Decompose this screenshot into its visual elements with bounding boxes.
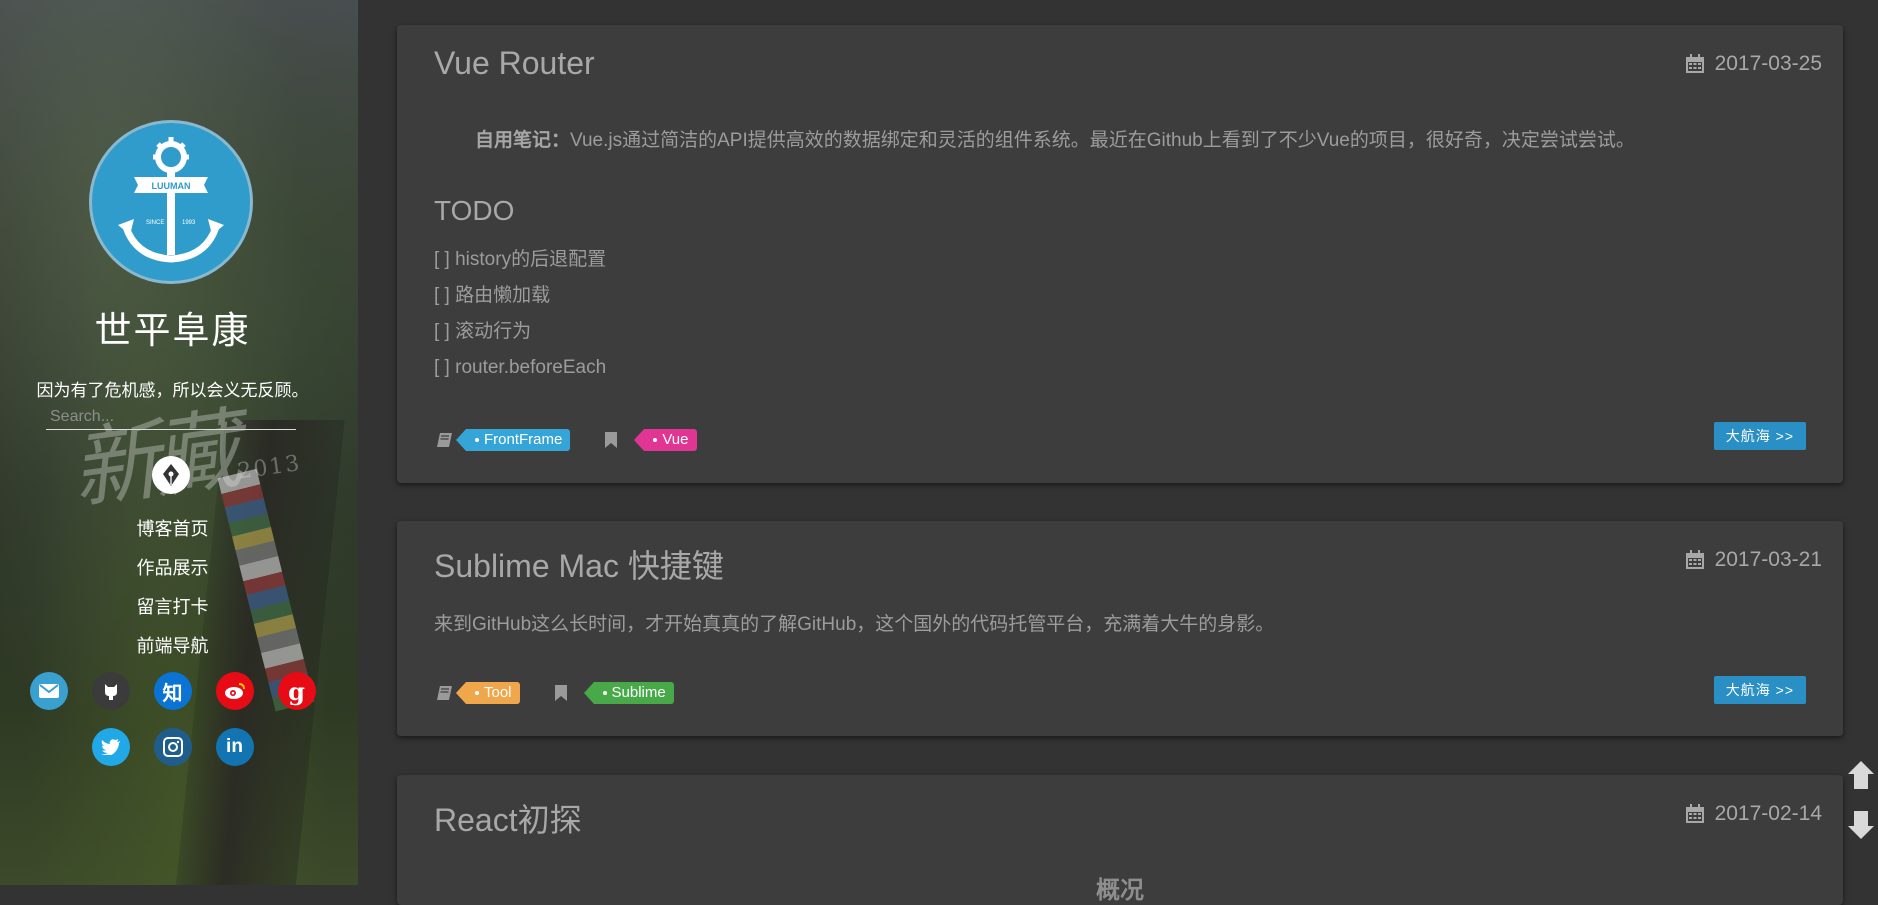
search-input[interactable] [46, 404, 296, 430]
svg-text:LUUMAN: LUUMAN [152, 181, 191, 191]
post-card: Sublime Mac 快捷键 2017-03-21 来到GitHub这么长时间… [397, 521, 1843, 736]
nav-item-frontend-nav[interactable]: 前端导航 [0, 627, 345, 666]
todo-heading: TODO [434, 195, 515, 226]
post-title[interactable]: React初探 [434, 795, 582, 841]
post-meta: FrontFrame Vue [434, 429, 697, 451]
bookmark-icon [550, 682, 572, 704]
post-excerpt: 自用笔记：Vue.js通过简洁的API提供高效的数据绑定和灵活的组件系统。最近在… [475, 125, 1783, 152]
post-date: 2017-03-25 [1685, 52, 1822, 76]
calendar-icon [1685, 804, 1704, 823]
post-date-text: 2017-03-21 [1714, 548, 1822, 571]
calendar-icon [1685, 54, 1704, 73]
post-card: Vue Router 2017-03-25 自用笔记：Vue.js通过简洁的AP… [397, 25, 1843, 483]
bookmark-icon [600, 429, 622, 451]
category-tag[interactable]: Tool [456, 682, 520, 704]
todo-item: [ ] 路由懒加载 [434, 285, 551, 306]
twitter-icon[interactable] [91, 728, 130, 766]
github-icon[interactable] [91, 672, 130, 710]
post-date: 2017-02-14 [1685, 802, 1822, 826]
excerpt-label: 自用笔记： [475, 130, 571, 151]
todo-item: [ ] 滚动行为 [434, 321, 532, 342]
todo-list: [ ] history的后退配置 [ ] 路由懒加载 [ ] 滚动行为 [ ] … [434, 242, 606, 386]
book-icon [434, 682, 456, 704]
sidebar-nav: 博客首页 作品展示 留言打卡 前端导航 [0, 510, 345, 666]
post-title[interactable]: Sublime Mac 快捷键 [434, 541, 724, 587]
social-links-row-2: in [0, 728, 345, 766]
arrow-up-icon[interactable] [1846, 758, 1876, 792]
nav-item-works[interactable]: 作品展示 [0, 549, 345, 588]
post-date-text: 2017-02-14 [1714, 802, 1822, 825]
google-icon[interactable]: g [277, 672, 316, 710]
anchor-logo-icon: LUUMAN SINCE 1993 [118, 137, 224, 263]
post-tag[interactable]: Sublime [583, 682, 674, 704]
arrow-down-icon[interactable] [1846, 808, 1876, 842]
post-excerpt: 来到GitHub这么长时间，才开始真真的了解GitHub，这个国外的代码托管平台… [434, 614, 1275, 635]
mail-icon[interactable] [29, 672, 68, 710]
pen-nib-icon[interactable] [152, 456, 190, 494]
instagram-icon[interactable] [153, 728, 192, 766]
nav-item-blog-home[interactable]: 博客首页 [0, 510, 345, 549]
category-tag[interactable]: FrontFrame [455, 429, 571, 451]
post-tag[interactable]: Vue [634, 429, 697, 451]
post-title[interactable]: Vue Router [434, 45, 595, 82]
svg-text:1993: 1993 [182, 220, 196, 226]
post-subheading: 概况 [1096, 877, 1144, 904]
social-links-row-1: 知 g [0, 672, 345, 710]
todo-item: [ ] history的后退配置 [434, 249, 607, 270]
site-motto: 因为有了危机感，所以会义无反顾。 [36, 381, 309, 400]
nav-item-guestbook[interactable]: 留言打卡 [0, 588, 345, 627]
svg-text:SINCE: SINCE [146, 220, 164, 226]
book-icon [434, 429, 456, 451]
post-card: React初探 2017-02-14 概况 [397, 775, 1843, 905]
linkedin-icon[interactable]: in [215, 728, 254, 766]
read-more-button[interactable]: 大航海 >> [1713, 422, 1806, 450]
weibo-icon[interactable] [215, 672, 254, 710]
sidebar: 新藏2013 LUUMAN SINCE 1993 世平阜康 因为有了危机感，所以… [0, 0, 358, 885]
calendar-icon [1685, 550, 1704, 569]
read-more-button[interactable]: 大航海 >> [1713, 676, 1806, 704]
excerpt-text: Vue.js通过简洁的API提供高效的数据绑定和灵活的组件系统。最近在Githu… [570, 130, 1635, 151]
todo-item: [ ] router.beforeEach [434, 357, 607, 378]
post-date: 2017-03-21 [1685, 548, 1822, 572]
zhihu-icon[interactable]: 知 [153, 672, 192, 710]
avatar[interactable]: LUUMAN SINCE 1993 [89, 120, 253, 284]
post-meta: Tool Sublime [434, 682, 674, 704]
site-title: 世平阜康 [94, 309, 251, 352]
post-date-text: 2017-03-25 [1714, 52, 1822, 75]
